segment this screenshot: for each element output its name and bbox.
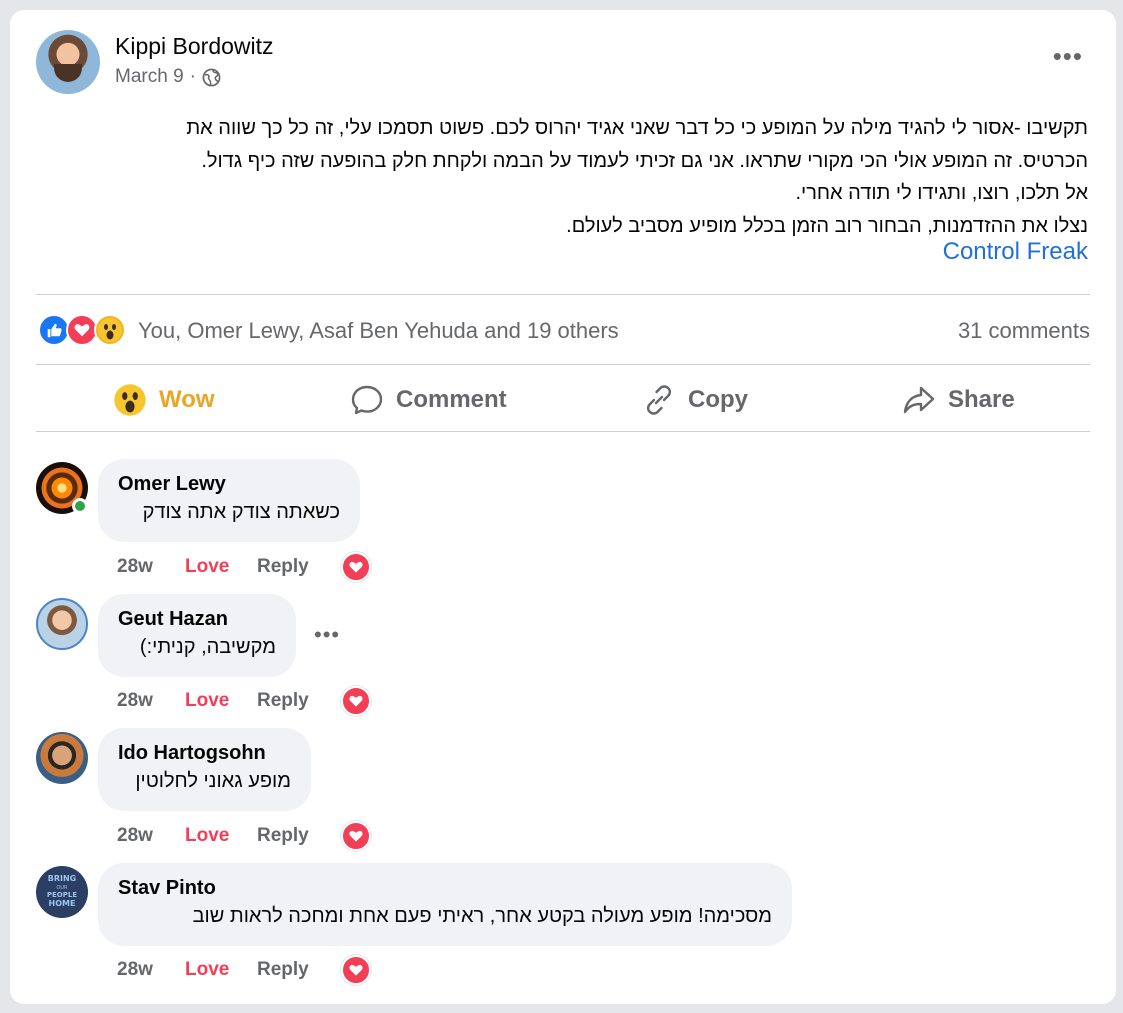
avatar-text: PEOPLE (47, 891, 77, 899)
comment-bubble: Ido Hartogsohn מופע גאוני לחלוטין (98, 728, 311, 811)
globe-icon (202, 68, 221, 86)
author-avatar[interactable] (36, 30, 100, 94)
comment-bubble: Omer Lewy כשאתה צודק אתה צודק (98, 459, 360, 542)
commenter-avatar[interactable]: BRING OUR PEOPLE HOME (36, 866, 88, 918)
comment-bubble: Geut Hazan מקשיבה, קניתי:) (98, 594, 296, 677)
post-meta: March 9 · (115, 66, 221, 88)
love-button[interactable]: Love (185, 825, 257, 847)
share-label: Share (948, 386, 1015, 413)
wow-label: Wow (159, 386, 215, 413)
comment-label: Comment (396, 386, 507, 413)
post-line: תקשיבו -אסור לי להגיד מילה על המופע כי כ… (186, 117, 1088, 139)
comment-text: מסכימה! מופע מעולה בקטע אחר, ראיתי פעם א… (192, 905, 772, 927)
comment-time[interactable]: 28w (117, 556, 185, 578)
heart-icon[interactable] (341, 955, 371, 985)
reply-button[interactable]: Reply (257, 690, 341, 712)
reaction-summary[interactable]: You, Omer Lewy, Asaf Ben Yehuda and 19 o… (138, 318, 619, 344)
copy-label: Copy (688, 386, 748, 413)
comment-icon (351, 385, 383, 415)
comment-meta: 28w Love Reply (117, 552, 371, 582)
share-button[interactable]: Share (902, 380, 1015, 420)
divider (36, 364, 1090, 365)
heart-icon[interactable] (341, 552, 371, 582)
reply-button[interactable]: Reply (257, 959, 341, 981)
avatar-text: HOME (49, 899, 76, 908)
more-options-icon[interactable]: ••• (1053, 43, 1083, 69)
divider (36, 294, 1090, 295)
share-icon (903, 386, 935, 414)
post-body: תקשיבו -אסור לי להגיד מילה על המופע כי כ… (28, 112, 1088, 242)
comments-count[interactable]: 31 comments (958, 318, 1090, 344)
comment-text: מקשיבה, קניתי:) (139, 636, 276, 658)
love-button[interactable]: Love (185, 556, 257, 578)
commenter-name[interactable]: Omer Lewy (118, 471, 340, 497)
love-button[interactable]: Love (185, 690, 257, 712)
commenter-avatar[interactable] (36, 732, 88, 784)
reply-button[interactable]: Reply (257, 556, 341, 578)
author-name[interactable]: Kippi Bordowitz (115, 33, 274, 60)
comment-meta: 28w Love Reply (117, 821, 371, 851)
reply-button[interactable]: Reply (257, 825, 341, 847)
commenter-name[interactable]: Stav Pinto (118, 875, 772, 901)
reaction-icons[interactable] (38, 314, 126, 346)
comment-bubble: Stav Pinto מסכימה! מופע מעולה בקטע אחר, … (98, 863, 792, 946)
wow-reaction-icon (94, 314, 126, 346)
avatar-text: BRING (48, 874, 77, 883)
comment-time[interactable]: 28w (117, 690, 185, 712)
post-line: אל תלכו, רוצו, ותגידו לי תודה אחרי. (795, 182, 1088, 204)
heart-icon[interactable] (341, 686, 371, 716)
copy-button[interactable]: Copy (642, 380, 748, 420)
comment-time[interactable]: 28w (117, 959, 185, 981)
love-button[interactable]: Love (185, 959, 257, 981)
commenter-avatar[interactable] (36, 598, 88, 650)
meta-separator: · (189, 66, 196, 87)
bring-them-home-avatar-art: BRING OUR PEOPLE HOME (47, 874, 77, 908)
comment-button[interactable]: Comment (350, 380, 507, 420)
comment-meta: 28w Love Reply (117, 955, 371, 985)
comment-more-icon[interactable]: ••• (314, 622, 340, 648)
post-line: נצלו את ההזדמנות, הבחור רוב הזמן בכלל מו… (566, 214, 1088, 237)
divider (36, 431, 1090, 432)
post-line: הכרטיס. זה המופע אולי הכי מקורי שתראו. א… (201, 149, 1088, 172)
commenter-name[interactable]: Geut Hazan (118, 606, 276, 632)
heart-icon[interactable] (341, 821, 371, 851)
comment-time[interactable]: 28w (117, 825, 185, 847)
commenter-name[interactable]: Ido Hartogsohn (118, 740, 291, 766)
post-date[interactable]: March 9 (115, 66, 184, 88)
comment-text: מופע גאוני לחלוטין (135, 770, 291, 792)
comment-meta: 28w Love Reply (117, 686, 371, 716)
link-icon (646, 385, 672, 415)
wow-icon (114, 384, 146, 416)
comment-text: כשאתה צודק אתה צודק (142, 501, 340, 523)
post-link[interactable]: Control Freak (943, 238, 1088, 266)
online-status-dot (72, 498, 88, 514)
wow-button[interactable]: Wow (113, 380, 215, 420)
